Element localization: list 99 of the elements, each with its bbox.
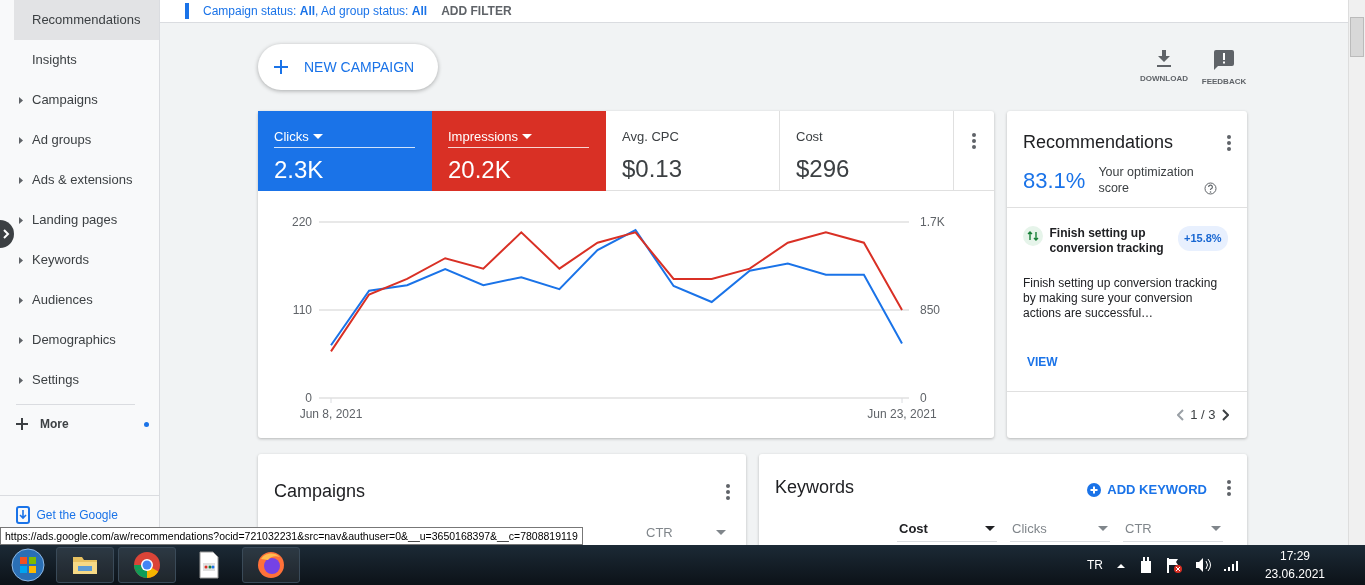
- add-filter-button[interactable]: ADD FILTER: [441, 2, 512, 20]
- column-selector[interactable]: Cost: [897, 519, 997, 542]
- sidebar-item[interactable]: Keywords: [14, 240, 159, 280]
- dropdown-caret-icon: [522, 134, 533, 140]
- filter-indicator: [185, 3, 189, 19]
- recommendation-description: Finish setting up conversion tracking by making sure your conversion actions are successful…: [1023, 276, 1219, 321]
- card-title: Campaigns: [274, 480, 366, 503]
- plus-icon: [274, 60, 288, 74]
- axis-label: 850: [920, 303, 941, 317]
- speaker-icon[interactable]: [1194, 557, 1211, 573]
- axis-label: 110: [292, 303, 312, 317]
- filter-summary: Campaign status: All, Ad group status: All: [203, 3, 428, 20]
- expand-arrow-icon: [19, 137, 23, 144]
- expand-arrow-icon: [19, 377, 23, 384]
- metric-value: 20.2K: [448, 154, 512, 185]
- sidebar-more-item[interactable]: More: [40, 415, 69, 433]
- show-hidden-icons-icon[interactable]: [1115, 561, 1126, 569]
- axis-label: 0: [920, 391, 927, 405]
- metric-tile[interactable]: Cost $296: [780, 111, 954, 191]
- optimization-score: 83.1%: [1023, 167, 1086, 195]
- sidebar-item[interactable]: Settings: [14, 360, 159, 400]
- phone-download-icon: [16, 506, 30, 524]
- flag-error-icon[interactable]: [1165, 557, 1182, 573]
- metric-label: Avg. CPC: [622, 128, 680, 146]
- firefox-logo-icon: [257, 551, 285, 579]
- dropdown-caret-icon: [716, 530, 726, 536]
- taskbar-app-button[interactable]: [242, 547, 300, 583]
- dropdown-caret-icon: [1098, 526, 1108, 532]
- view-button[interactable]: VIEW: [1027, 353, 1058, 371]
- axis-label: Jun 8, 2021: [299, 407, 363, 421]
- metric-label: Impressions: [448, 127, 589, 148]
- new-campaign-button[interactable]: NEW CAMPAIGN: [258, 44, 439, 90]
- clock-date: 23.06.2021: [1264, 566, 1325, 583]
- axis-label: 220: [291, 215, 312, 229]
- score-increase-badge: +15.8%: [1178, 226, 1228, 251]
- metric-value: 2.3K: [274, 154, 325, 185]
- app-download-link[interactable]: Get the Google: [36, 506, 118, 524]
- recommendation-title: Finish setting up conversion tracking: [1049, 226, 1165, 256]
- expand-arrow-icon: [19, 337, 23, 344]
- sidebar-item[interactable]: Ads & extensions: [14, 160, 159, 200]
- card-title: Recommendations: [1023, 131, 1174, 154]
- chevron-right-icon: [3, 229, 10, 239]
- axis-label: 1.7K: [920, 215, 945, 229]
- taskbar-app-button[interactable]: [118, 547, 176, 583]
- expand-arrow-icon: [19, 97, 23, 104]
- column-selector[interactable]: CTR: [1123, 519, 1223, 542]
- more-options-icon[interactable]: [972, 133, 976, 149]
- sidebar-item[interactable]: Audiences: [14, 280, 159, 320]
- metric-label: Cost: [796, 128, 824, 146]
- feedback-button[interactable]: FEEDBACK: [1194, 50, 1254, 88]
- page-indicator: 1 / 3: [1190, 406, 1216, 425]
- sidebar-item[interactable]: Insights: [14, 40, 159, 80]
- metric-value: $0.13: [622, 153, 684, 184]
- metric-tile[interactable]: Avg. CPC $0.13: [606, 111, 780, 191]
- add-keyword-button[interactable]: ADD KEYWORD: [1086, 479, 1207, 500]
- chrome-logo-icon: [133, 551, 161, 579]
- dropdown-caret-icon: [1211, 526, 1221, 532]
- sidebar-item[interactable]: Demographics: [14, 320, 159, 360]
- metric-label: Clicks: [274, 127, 415, 148]
- clock-time: 17:29: [1279, 548, 1310, 565]
- more-options-icon[interactable]: [726, 483, 730, 500]
- dropdown-caret-icon: [312, 134, 323, 140]
- language-indicator[interactable]: TR: [1086, 556, 1103, 574]
- axis-label: 0: [305, 391, 312, 405]
- help-icon[interactable]: [1204, 182, 1218, 195]
- axis-label: Jun 23, 2021: [867, 407, 937, 421]
- conversion-arrows-icon: [1023, 226, 1043, 246]
- sidebar-item[interactable]: Campaigns: [14, 80, 159, 120]
- sidebar-item[interactable]: Recommendations: [14, 0, 159, 40]
- vertical-scrollbar[interactable]: [1348, 0, 1365, 545]
- expand-arrow-icon: [19, 297, 23, 304]
- column-selector[interactable]: Clicks: [1010, 519, 1110, 542]
- metric-value: $296: [796, 153, 851, 184]
- score-label: Your optimization score: [1098, 164, 1195, 196]
- plus-icon: [16, 418, 28, 430]
- expand-arrow-icon: [19, 217, 23, 224]
- clock[interactable]: 17:29 23.06.2021: [1250, 547, 1325, 583]
- download-icon: [1156, 50, 1172, 67]
- more-options-icon[interactable]: [1227, 134, 1231, 151]
- more-options-icon[interactable]: [1227, 479, 1231, 496]
- status-url-tooltip: https://ads.google.com/aw/recommendations?ocid=721032231&src=nav&authuser=0&__u=3650168397&__c=7808819119: [0, 527, 583, 545]
- card-title: Keywords: [775, 476, 855, 499]
- power-plug-icon[interactable]: [1138, 557, 1153, 573]
- scrollbar-thumb[interactable]: [1350, 17, 1364, 57]
- add-circle-icon: [1086, 482, 1101, 497]
- dropdown-caret-icon: [985, 526, 995, 532]
- windows-logo-icon: [11, 548, 45, 582]
- metric-tile[interactable]: Clicks 2.3K: [258, 111, 432, 191]
- next-page-icon[interactable]: [1222, 409, 1229, 421]
- sidebar-item[interactable]: Landing pages: [14, 200, 159, 240]
- previous-page-icon[interactable]: [1176, 409, 1184, 421]
- signal-bars-icon[interactable]: [1223, 559, 1238, 571]
- metric-tile[interactable]: Impressions 20.2K: [432, 111, 606, 191]
- sidebar-item[interactable]: Ad groups: [14, 120, 159, 160]
- expand-arrow-icon: [19, 177, 23, 184]
- taskbar-app-button[interactable]: [56, 547, 114, 583]
- download-button[interactable]: DOWNLOAD: [1134, 50, 1194, 88]
- feedback-icon: [1214, 50, 1234, 70]
- expand-arrow-icon: [19, 257, 23, 264]
